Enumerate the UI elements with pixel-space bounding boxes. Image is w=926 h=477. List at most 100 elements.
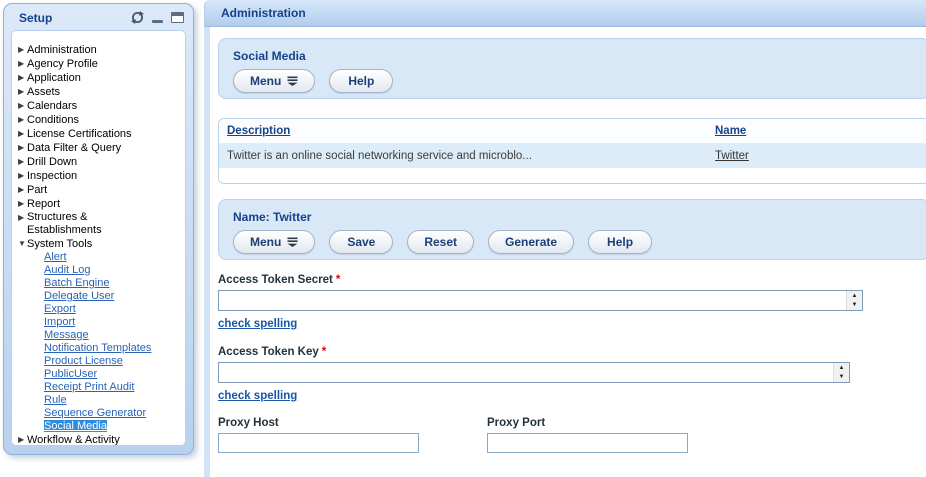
tree-item-label: Drill Down [27,156,77,168]
scrollbar[interactable]: ▲ ▼ [833,363,849,382]
column-header-description[interactable]: Description [227,125,290,137]
detail-toolbar: Menu Save Reset Generate Help [233,230,926,254]
tree-item-assets[interactable]: Assets [18,85,176,99]
scroll-up-icon[interactable]: ▲ [847,291,862,301]
tree-link-social-media-selected[interactable]: Social Media [44,420,107,432]
social-media-panel-title: Social Media [233,49,926,63]
tree-item-label: Inspection [27,170,77,182]
collapsed-arrow-icon [18,57,27,70]
access-token-secret-input[interactable] [219,291,845,310]
name-cell-link[interactable]: Twitter [715,150,749,162]
check-spelling-link[interactable]: check spelling [218,390,297,402]
refresh-icon[interactable] [131,11,144,24]
administration-header: Administration [204,0,926,27]
reset-button[interactable]: Reset [407,230,474,254]
access-token-secret-label: Access Token Secret [218,274,333,286]
proxy-port-group: Proxy Port [487,417,756,453]
menu-dropdown-icon [287,237,298,247]
access-token-secret-field-box: ▲ ▼ [218,290,863,311]
access-token-key-label: Access Token Key [218,346,319,358]
collapsed-arrow-icon [18,43,27,56]
scroll-up-icon[interactable]: ▲ [834,363,849,373]
tree-item-agency-profile[interactable]: Agency Profile [18,57,176,71]
tree-link-audit-log[interactable]: Audit Log [44,264,90,276]
tree-item-label: System Tools [27,238,92,250]
collapsed-arrow-icon [18,141,27,154]
tree-link-alert[interactable]: Alert [44,251,67,263]
tree-item-label: Conditions [27,114,79,126]
proxy-port-input[interactable] [487,433,688,453]
generate-button-label: Generate [505,235,557,249]
menu-button[interactable]: Menu [233,230,315,254]
tree-item-part[interactable]: Part [18,183,176,197]
tree-item-conditions[interactable]: Conditions [18,113,176,127]
tree-item-calendars[interactable]: Calendars [18,99,176,113]
tree-item-label: Application [27,72,81,84]
help-button[interactable]: Help [588,230,652,254]
tree-item-label: Administration [27,44,97,56]
tree-link-product-license[interactable]: Product License [44,355,123,367]
access-token-key-input[interactable] [219,363,832,382]
tree-item-inspection[interactable]: Inspection [18,169,176,183]
tree-link-import[interactable]: Import [44,316,75,328]
tree-item-data-filter-query[interactable]: Data Filter & Query [18,141,176,155]
setup-titlebar: Setup [4,4,193,29]
access-token-key-group: Access Token Key* ▲ ▼ check spelling [218,346,926,402]
social-media-toolbar: Menu Help [233,69,926,93]
maximize-icon[interactable] [171,12,184,23]
tree-item-label: Data Filter & Query [27,142,121,154]
administration-content: Social Media Menu Help Description Name [204,27,926,477]
proxy-settings-row: Proxy Host Proxy Port [218,417,926,453]
setup-panel: Setup Administration Agency Profile Appl… [3,3,194,455]
tree-link-notification-templates[interactable]: Notification Templates [44,342,151,354]
tree-link-sequence-generator[interactable]: Sequence Generator [44,407,146,419]
tree-item-structures-establishments[interactable]: Structures & Establishments [18,211,176,237]
minimize-icon[interactable] [152,20,163,23]
scrollbar[interactable]: ▲ ▼ [846,291,862,310]
tree-link-publicuser[interactable]: PublicUser [44,368,97,380]
required-asterisk: * [336,274,340,286]
proxy-host-input[interactable] [218,433,419,453]
tree-link-receipt-print-audit[interactable]: Receipt Print Audit [44,381,135,393]
access-token-key-field-box: ▲ ▼ [218,362,850,383]
tree-item-report[interactable]: Report [18,197,176,211]
collapsed-arrow-icon [18,155,27,168]
collapsed-arrow-icon [18,433,27,446]
table-footer-spacer [219,168,926,183]
save-button-label: Save [347,235,375,249]
tree-item-system-tools[interactable]: System Tools [18,237,176,251]
access-token-secret-group: Access Token Secret* ▲ ▼ check spelling [218,274,926,330]
help-button[interactable]: Help [329,69,393,93]
tree-item-application[interactable]: Application [18,71,176,85]
menu-button-label: Menu [250,74,281,88]
tree-item-label: Report [27,198,60,210]
scroll-down-icon[interactable]: ▼ [847,301,862,311]
collapsed-arrow-icon [18,113,27,126]
menu-button[interactable]: Menu [233,69,315,93]
save-button[interactable]: Save [329,230,393,254]
collapsed-arrow-icon [18,183,27,196]
generate-button[interactable]: Generate [488,230,574,254]
column-header-name[interactable]: Name [715,125,746,137]
tree-item-administration[interactable]: Administration [18,43,176,57]
tree-item-drill-down[interactable]: Drill Down [18,155,176,169]
tree-item-label: License Certifications [27,128,132,140]
table-row[interactable]: Twitter is an online social networking s… [219,144,926,168]
collapsed-arrow-icon [18,85,27,98]
tree-item-label: Part [27,184,47,196]
tree-link-export[interactable]: Export [44,303,76,315]
administration-frame: Administration Social Media Menu Help De… [204,0,926,477]
tree-link-batch-engine[interactable]: Batch Engine [44,277,109,289]
tree-item-workflow-activity[interactable]: Workflow & Activity [18,433,176,446]
check-spelling-link[interactable]: check spelling [218,318,297,330]
social-media-form: Access Token Secret* ▲ ▼ check spelling … [218,274,926,453]
tree-link-message[interactable]: Message [44,329,89,341]
tree-link-rule[interactable]: Rule [44,394,67,406]
tree-item-license-certifications[interactable]: License Certifications [18,127,176,141]
collapsed-arrow-icon [18,211,27,224]
tree-link-delegate-user[interactable]: Delegate User [44,290,114,302]
social-media-panel: Social Media Menu Help [218,38,926,99]
scroll-down-icon[interactable]: ▼ [834,373,849,383]
required-asterisk: * [322,346,326,358]
proxy-port-label: Proxy Port [487,417,545,429]
